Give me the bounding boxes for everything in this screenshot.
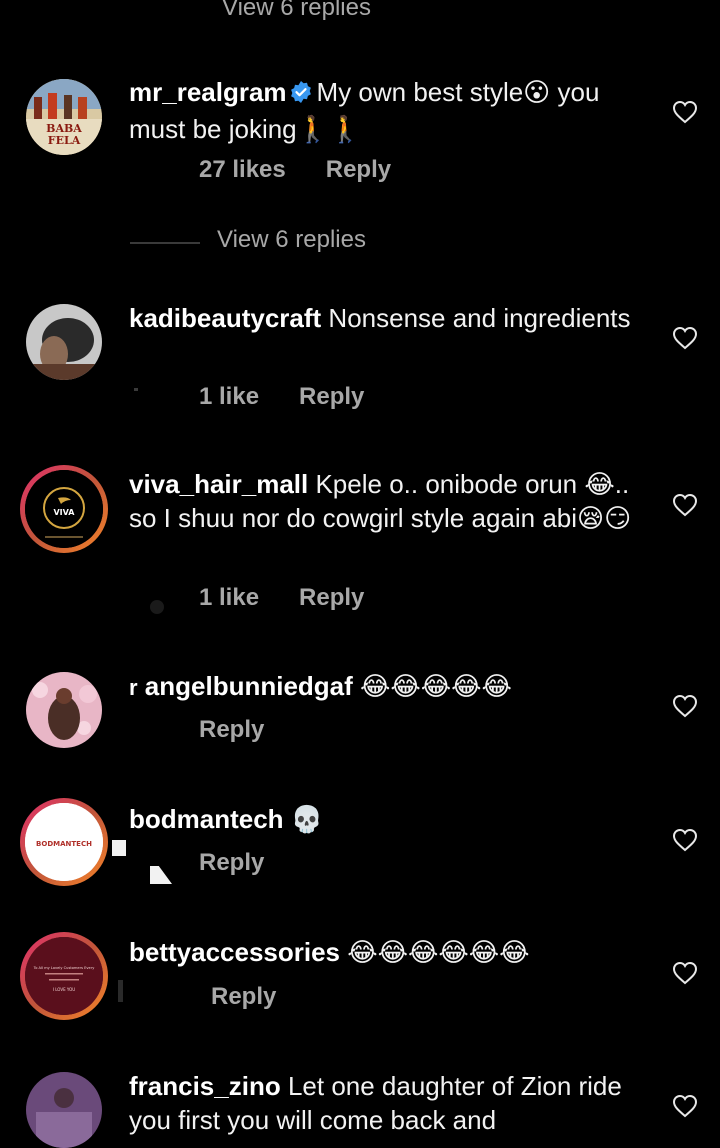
avatar[interactable] [26,304,102,380]
avatar-inner: To All my Lovely Customers Every I LOVE … [25,937,103,1015]
avatar-image [26,1072,102,1148]
avatar[interactable]: BODMANTECH [20,798,108,886]
heart-icon[interactable] [672,961,698,985]
avatar[interactable]: VIVA [20,465,108,553]
heart-icon[interactable] [672,326,698,350]
reply-button[interactable]: Reply [199,716,264,743]
heart-icon[interactable] [672,694,698,718]
avatar-image [26,304,102,380]
likes-count[interactable]: 1 like [199,584,259,611]
decorative-mark [112,840,126,856]
reply-button[interactable]: Reply [211,983,276,1010]
comment-meta: Reply [199,716,264,744]
verified-badge-icon [289,78,313,112]
decorative-mark [150,866,172,884]
comment-body: r angelbunniedgaf 😂😂😂😂😂 [129,669,649,705]
comment-text: 😂😂😂😂😂 [360,672,512,702]
comment-meta: Reply [211,983,276,1011]
avatar-text: BODMANTECH [36,840,92,848]
reply-button[interactable]: Reply [299,584,364,611]
avatar-text-1: To All my Lovely Customers Every [33,966,96,970]
comment-body: mr_realgram My own best style😮 you must b… [129,75,649,146]
decorative-mark [118,980,123,1002]
comment-body: bettyaccessories 😂😂😂😂😂😂 [129,935,649,970]
heart-icon[interactable] [672,493,698,517]
reply-button[interactable]: Reply [299,383,364,410]
divider-line [130,242,200,244]
decorative-mark [134,388,138,391]
heart-icon[interactable] [672,828,698,852]
view-replies-partial[interactable]: View 6 replies [222,0,371,22]
decorative-mark [150,600,164,614]
comment-meta: 1 like Reply [199,383,364,411]
avatar-text-2: FELA [48,134,81,147]
avatar-image: BODMANTECH [25,803,103,881]
avatar[interactable] [26,672,102,748]
avatar-image: To All my Lovely Customers Every I LOVE … [25,937,103,1015]
avatar-inner: VIVA [25,470,103,548]
likes-count[interactable]: 27 likes [199,156,286,183]
avatar-text: VIVA [53,508,75,517]
comment-body: viva_hair_mall Kpele o.. onibode orun 😂.… [129,467,649,535]
username[interactable]: mr_realgram [129,77,287,107]
username[interactable]: bettyaccessories [129,937,340,967]
comment-text: 😂😂😂😂😂😂 [347,938,530,968]
avatar-image: BABA FELA [26,79,102,155]
comment-body: francis_zino Let one daughter of Zion ri… [129,1069,649,1137]
username[interactable]: angelbunniedgaf [145,671,353,701]
comment-meta: 27 likes Reply [199,156,391,184]
avatar[interactable]: To All my Lovely Customers Every I LOVE … [20,932,108,1020]
comment-text: 💀 [290,805,324,835]
heart-icon[interactable] [672,1094,698,1118]
avatar-image [26,672,102,748]
avatar-inner: BODMANTECH [25,803,103,881]
username-prefix: r [129,675,138,700]
comment-text: Nonsense and ingredients [328,303,631,333]
comment-body: bodmantech 💀 [129,802,649,837]
avatar[interactable]: BABA FELA [26,79,102,155]
reply-button[interactable]: Reply [199,849,264,876]
username[interactable]: francis_zino [129,1071,281,1101]
reply-button[interactable]: Reply [326,156,391,183]
comment-body: kadibeautycraft Nonsense and ingredients [129,301,649,335]
comment-meta: 1 like Reply [199,584,364,612]
avatar-text-2: I LOVE YOU [53,987,76,992]
username[interactable]: bodmantech [129,804,284,834]
view-replies-label[interactable]: View 6 replies [217,226,366,254]
avatar-image: VIVA [25,470,103,548]
likes-count[interactable]: 1 like [199,383,259,410]
username[interactable]: kadibeautycraft [129,303,321,333]
comment-meta: Reply [199,849,264,877]
heart-icon[interactable] [672,100,698,124]
username[interactable]: viva_hair_mall [129,469,308,499]
avatar[interactable] [26,1072,102,1148]
